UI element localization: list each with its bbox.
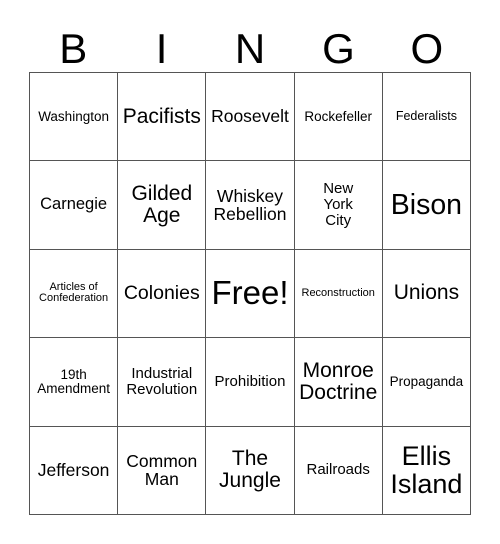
bingo-cell-label: Carnegie [40, 195, 108, 214]
bingo-cell[interactable]: Free! [206, 249, 295, 339]
bingo-cell[interactable]: Whiskey Rebellion [206, 161, 295, 250]
bingo-cell-label: Federalists [395, 109, 457, 124]
bingo-cell-label: Gilded Age [131, 181, 193, 228]
bingo-header-letter-i: I [155, 25, 168, 72]
bingo-header: BINGO [29, 14, 471, 72]
bingo-cell[interactable]: Articles of Confederation [30, 249, 119, 339]
bingo-cell[interactable]: The Jungle [206, 426, 295, 515]
bingo-cell-label: Jefferson [37, 460, 110, 481]
bingo-cell[interactable]: 19th Amendment [30, 338, 119, 427]
bingo-cell[interactable]: Washington [30, 73, 119, 162]
bingo-cell[interactable]: Propaganda [382, 338, 471, 427]
bingo-header-letter-b: B [59, 25, 88, 72]
bingo-cell-label: Prohibition [214, 372, 286, 390]
bingo-cell-label: Unions [393, 281, 460, 305]
bingo-cell-label: The Jungle [219, 447, 281, 493]
bingo-cell[interactable]: Federalists [382, 73, 471, 162]
bingo-cell-label: Free! [211, 274, 289, 311]
bingo-cell-label: Ellis Island [390, 440, 463, 500]
bingo-cell[interactable]: Prohibition [206, 338, 295, 427]
bingo-cell-label: Industrial Revolution [126, 365, 198, 398]
bingo-cell[interactable]: Industrial Revolution [118, 338, 207, 427]
bingo-cell-label: Bison [390, 188, 463, 221]
bingo-cell[interactable]: Ellis Island [382, 426, 471, 515]
bingo-header-letter-o: O [410, 25, 444, 72]
bingo-card: B I N G O Washington Pacifists Roosevelt Rockef… [0, 0, 500, 544]
bingo-cell-label: Reconstruction [301, 286, 375, 299]
bingo-cell[interactable]: Reconstruction [294, 249, 383, 339]
bingo-cell[interactable]: Rockefeller [294, 73, 383, 162]
bingo-cell[interactable]: Unions [382, 249, 471, 339]
bingo-header-letter-n: N [234, 25, 266, 72]
bingo-cell[interactable]: Colonies [118, 249, 207, 339]
bingo-cell-label: Colonies [123, 282, 200, 305]
bingo-header-letter-g: G [322, 25, 355, 72]
bingo-cell-label: Propaganda [389, 373, 464, 389]
bingo-cell-label: Roosevelt [211, 106, 289, 127]
bingo-cell-label: Common Man [126, 450, 198, 490]
bingo-cell[interactable]: Carnegie [30, 161, 119, 250]
bingo-cell-label: Monroe Doctrine [299, 358, 378, 404]
bingo-grid: Washington Pacifists Roosevelt Rockefeller F… [29, 72, 471, 515]
bingo-cell[interactable]: Jefferson [30, 426, 119, 515]
bingo-cell-label: Pacifists [122, 104, 201, 128]
bingo-cell-label: Rockefeller [304, 108, 372, 124]
bingo-cell[interactable]: New York City [294, 161, 383, 250]
bingo-cell[interactable]: Pacifists [118, 73, 207, 162]
bingo-cell[interactable]: Common Man [118, 426, 207, 515]
bingo-cell-label: New York City [323, 180, 354, 230]
bingo-cell[interactable]: Bison [382, 161, 471, 250]
bingo-cell-label: Railroads [306, 461, 370, 479]
bingo-cell[interactable]: Monroe Doctrine [294, 338, 383, 427]
bingo-cell-label: Whiskey Rebellion [213, 185, 287, 225]
bingo-cell[interactable]: Roosevelt [206, 73, 295, 162]
bingo-cell[interactable]: Gilded Age [118, 161, 207, 250]
bingo-cell-label: Washington [38, 108, 109, 124]
bingo-cell-label: Articles of Confederation [39, 280, 109, 305]
bingo-cell-label: 19th Amendment [37, 366, 110, 396]
bingo-cell[interactable]: Railroads [294, 426, 383, 515]
